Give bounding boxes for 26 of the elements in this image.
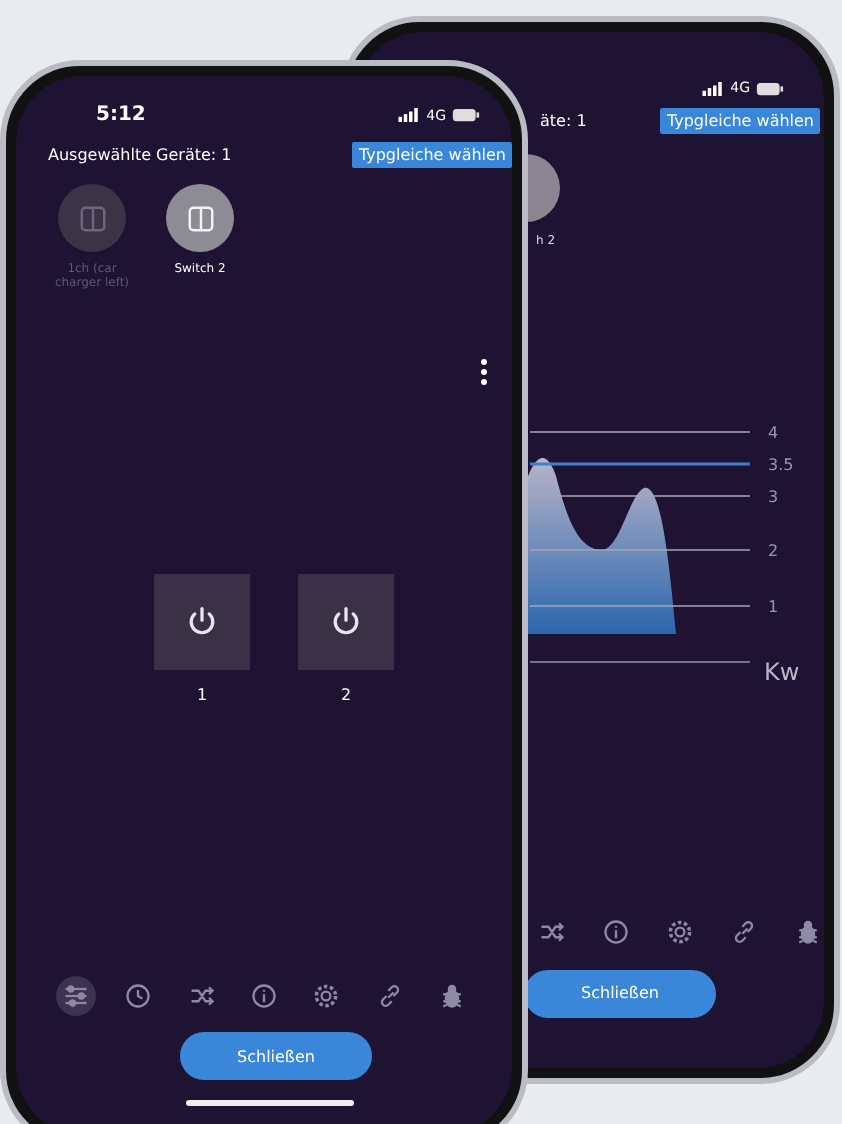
switch-icon [185, 203, 215, 233]
axis-tick-label: 3.5 [768, 456, 794, 475]
selected-devices-label: Ausgewählte Geräte: 1 [48, 146, 232, 164]
channel-label: 1 [196, 686, 208, 705]
channel-label: 2 [340, 686, 352, 705]
sliders-icon[interactable] [56, 976, 96, 1017]
device-button[interactable] [166, 184, 234, 252]
signal-icon [702, 81, 725, 95]
unit-label: Kw [764, 658, 800, 687]
select-same-type-button[interactable]: Typgleiche wählen [660, 108, 820, 134]
axis-tick-label: 3 [768, 488, 779, 507]
battery-icon [756, 81, 784, 95]
select-same-type-button[interactable]: Typgleiche wählen [352, 142, 512, 168]
selected-devices-label: äte: 1 [540, 112, 587, 130]
axis-tick-label: 1 [768, 598, 779, 617]
close-button[interactable]: Schließen [524, 969, 716, 1018]
more-options-icon[interactable] [480, 358, 488, 387]
power-button[interactable] [298, 574, 394, 671]
status-time: 5:12 [96, 104, 146, 126]
axis-tick-label: 2 [768, 542, 779, 561]
switch-icon [77, 203, 107, 233]
close-button[interactable]: Schließen [180, 1032, 372, 1081]
axis-tick-label: 4 [768, 424, 779, 443]
power-button[interactable] [154, 574, 250, 671]
battery-icon [452, 108, 480, 122]
signal-icon [398, 108, 421, 122]
